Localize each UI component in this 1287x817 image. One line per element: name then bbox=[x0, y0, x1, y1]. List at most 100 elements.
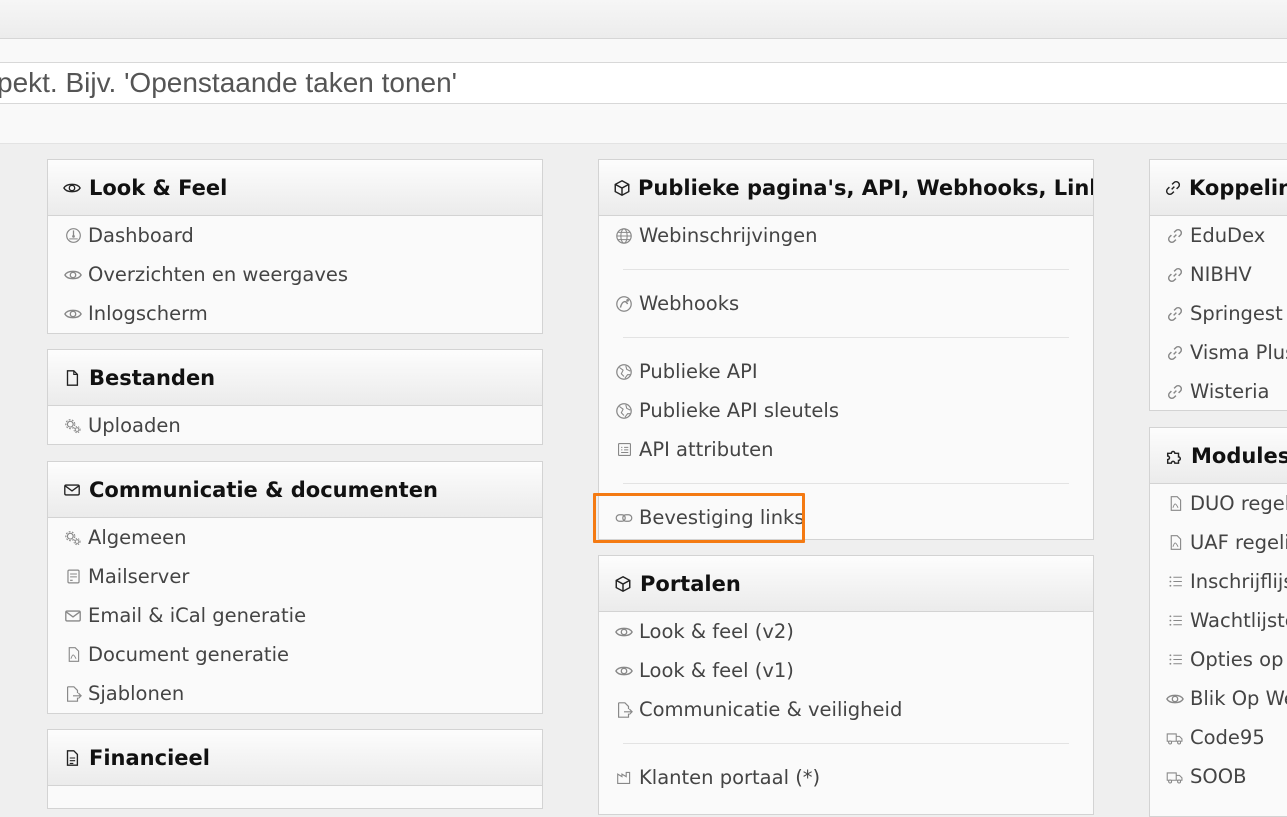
menu-item-publieke-api[interactable]: Publieke API bbox=[599, 352, 1093, 391]
list-icon bbox=[1166, 573, 1184, 590]
panel-look-feel: Look & Feel Dashboard Overzichten en wee… bbox=[47, 159, 543, 334]
menu-item-algemeen[interactable]: Algemeen bbox=[48, 518, 542, 557]
menu-item-inlogscherm[interactable]: Inlogscherm bbox=[48, 294, 542, 333]
panel-communicatie: Communicatie & documenten Algemeen Mails… bbox=[47, 461, 543, 714]
menu-item-wisteria[interactable]: Wisteria bbox=[1150, 372, 1287, 410]
search-band: pekt. Bijv. 'Openstaande taken tonen' bbox=[0, 39, 1287, 144]
panel-portalen: Portalen Look & feel (v2) Look & feel (v… bbox=[598, 555, 1094, 815]
panel-header: Publieke pagina's, API, Webhooks, Links bbox=[599, 160, 1093, 216]
panel-title: Financieel bbox=[89, 745, 210, 770]
server-icon bbox=[64, 568, 82, 585]
globe-icon bbox=[615, 227, 633, 245]
menu-item-inschrijflijsten[interactable]: Inschrijflijs bbox=[1150, 562, 1287, 601]
link-icon bbox=[615, 509, 633, 527]
file-pdf-icon bbox=[64, 646, 82, 663]
envelope-icon bbox=[62, 481, 82, 499]
panel-publieke-paginas: Publieke pagina's, API, Webhooks, Links … bbox=[598, 159, 1094, 540]
menu-item-soob[interactable]: SOOB bbox=[1150, 757, 1287, 796]
menu-item-visma-plus[interactable]: Visma Plus bbox=[1150, 333, 1287, 372]
webhook-icon bbox=[615, 295, 633, 313]
panel-modules: Modules DUO regeli UAF regelir Inschrijf… bbox=[1149, 427, 1287, 817]
file-export-icon bbox=[615, 701, 633, 719]
menu-item-communicatie-veiligheid[interactable]: Communicatie & veiligheid bbox=[599, 690, 1093, 729]
factory-icon bbox=[615, 769, 633, 786]
panel-title: Modules bbox=[1191, 443, 1287, 468]
eye-icon bbox=[1166, 690, 1184, 708]
divider bbox=[623, 743, 1069, 744]
panel-header: Koppeling bbox=[1150, 160, 1287, 216]
menu-item-bevestiging-links[interactable]: Bevestiging links bbox=[599, 498, 1093, 537]
menu-item-webinschrijvingen[interactable]: Webinschrijvingen bbox=[599, 216, 1093, 255]
link-icon bbox=[1166, 344, 1184, 362]
list-icon bbox=[1166, 612, 1184, 629]
gears-icon bbox=[64, 529, 82, 547]
menu-item-edudex[interactable]: EduDex bbox=[1150, 216, 1287, 255]
menu-item-uaf-regeling[interactable]: UAF regelir bbox=[1150, 523, 1287, 562]
panel-header: Modules bbox=[1150, 428, 1287, 484]
search-input[interactable]: pekt. Bijv. 'Openstaande taken tonen' bbox=[0, 62, 1287, 104]
eye-icon bbox=[615, 662, 633, 680]
panel-title: Look & Feel bbox=[89, 175, 228, 200]
link-icon bbox=[1164, 179, 1182, 197]
search-placeholder: pekt. Bijv. 'Openstaande taken tonen' bbox=[0, 67, 458, 98]
menu-item-api-attributen[interactable]: API attributen bbox=[599, 430, 1093, 469]
divider bbox=[623, 483, 1069, 484]
panel-header: Communicatie & documenten bbox=[48, 462, 542, 518]
eye-icon bbox=[615, 623, 633, 641]
menu-item-document-generatie[interactable]: Document generatie bbox=[48, 635, 542, 674]
file-text-icon bbox=[62, 749, 82, 767]
menu-item-sjablonen[interactable]: Sjablonen bbox=[48, 674, 542, 713]
panel-title: Koppeling bbox=[1189, 175, 1287, 200]
panel-bestanden: Bestanden Uploaden bbox=[47, 349, 543, 445]
link-icon bbox=[1166, 227, 1184, 245]
file-export-icon bbox=[64, 685, 82, 703]
divider bbox=[623, 269, 1069, 270]
truck-icon bbox=[1166, 729, 1184, 747]
panel-koppelingen: Koppeling EduDex NIBHV Springest Visma P… bbox=[1149, 159, 1287, 411]
panel-title: Portalen bbox=[640, 571, 741, 596]
menu-item-email-ical[interactable]: Email & iCal generatie bbox=[48, 596, 542, 635]
list-box-icon bbox=[615, 441, 633, 458]
menu-item-opties[interactable]: Opties op bbox=[1150, 640, 1287, 679]
menu-item-webhooks[interactable]: Webhooks bbox=[599, 284, 1093, 323]
panel-title: Bestanden bbox=[89, 365, 216, 390]
menu-item-look-feel-v2[interactable]: Look & feel (v2) bbox=[599, 612, 1093, 651]
panel-financieel: Financieel bbox=[47, 729, 543, 809]
top-toolbar bbox=[0, 0, 1287, 39]
menu-item-mailserver[interactable]: Mailserver bbox=[48, 557, 542, 596]
cube-icon bbox=[613, 179, 631, 197]
api-globe-icon bbox=[615, 363, 633, 381]
menu-item-dashboard[interactable]: Dashboard bbox=[48, 216, 542, 255]
list-icon bbox=[1166, 651, 1184, 668]
menu-item-springest[interactable]: Springest bbox=[1150, 294, 1287, 333]
panel-header: Portalen bbox=[599, 556, 1093, 612]
menu-item-blik-op-werk[interactable]: Blik Op We bbox=[1150, 679, 1287, 718]
menu-item-publieke-api-sleutels[interactable]: Publieke API sleutels bbox=[599, 391, 1093, 430]
divider bbox=[623, 337, 1069, 338]
menu-item-nibhv[interactable]: NIBHV bbox=[1150, 255, 1287, 294]
menu-item-wachtlijsten[interactable]: Wachtlijste bbox=[1150, 601, 1287, 640]
link-icon bbox=[1166, 266, 1184, 284]
api-globe-icon bbox=[615, 402, 633, 420]
menu-item-uploaden[interactable]: Uploaden bbox=[48, 406, 542, 444]
eye-icon bbox=[64, 266, 82, 284]
eye-icon bbox=[62, 179, 82, 197]
panel-header: Bestanden bbox=[48, 350, 542, 406]
panel-header: Financieel bbox=[48, 730, 542, 786]
file-pdf-icon bbox=[1166, 495, 1184, 512]
dashboard-icon bbox=[64, 227, 82, 244]
gears-icon bbox=[64, 417, 82, 435]
envelope-icon bbox=[64, 607, 82, 625]
menu-item-code95[interactable]: Code95 bbox=[1150, 718, 1287, 757]
menu-item-klanten-portaal[interactable]: Klanten portaal (*) bbox=[599, 758, 1093, 797]
file-icon bbox=[62, 369, 82, 387]
truck-icon bbox=[1166, 768, 1184, 786]
cube-icon bbox=[613, 575, 633, 593]
puzzle-icon bbox=[1164, 447, 1184, 465]
menu-item-look-feel-v1[interactable]: Look & feel (v1) bbox=[599, 651, 1093, 690]
panel-header: Look & Feel bbox=[48, 160, 542, 216]
menu-item-overzichten[interactable]: Overzichten en weergaves bbox=[48, 255, 542, 294]
link-icon bbox=[1166, 305, 1184, 323]
panel-title: Publieke pagina's, API, Webhooks, Links bbox=[638, 175, 1094, 200]
menu-item-duo-regeling[interactable]: DUO regeli bbox=[1150, 484, 1287, 523]
